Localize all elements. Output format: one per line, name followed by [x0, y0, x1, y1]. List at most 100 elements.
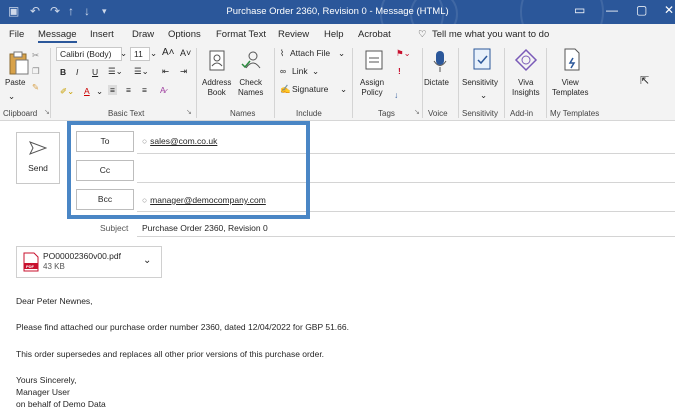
minimize-button[interactable]: — [606, 3, 618, 17]
chevron-down-icon[interactable]: ⌄ [150, 48, 157, 59]
tags-launcher-icon[interactable]: ↘ [414, 108, 420, 116]
body-sender: Manager User [16, 387, 70, 397]
follow-up-flag-icon[interactable]: ⚑⌄ [396, 48, 411, 59]
align-left-icon[interactable]: ≡ [108, 85, 117, 95]
lightbulb-icon: ♡ [418, 29, 427, 40]
chevron-down-icon[interactable]: ⌄ [96, 86, 103, 97]
low-importance-icon[interactable]: ↓ [394, 90, 398, 100]
font-size-select[interactable]: 11 [130, 47, 150, 61]
chevron-down-icon[interactable]: ⌄ [340, 84, 347, 95]
address-book-icon[interactable] [208, 50, 226, 72]
view-templates-button[interactable]: View Templates [552, 78, 588, 98]
maximize-button[interactable]: ▢ [636, 3, 647, 17]
view-templates-label: Templates [552, 88, 589, 97]
body-line-1: Please find attached our purchase order … [16, 322, 349, 332]
microphone-icon[interactable] [432, 50, 448, 74]
separator [274, 48, 275, 118]
ribbon-tabs: File Message Insert Draw Options Format … [0, 24, 675, 44]
high-importance-icon[interactable]: ! [398, 66, 401, 76]
check-names-icon[interactable] [240, 50, 262, 72]
subject-field[interactable]: Purchase Order 2360, Revision 0 [142, 223, 268, 233]
numbering-icon[interactable]: ☰⌄ [134, 66, 149, 77]
chevron-down-icon[interactable]: ⌄ [338, 48, 345, 59]
assign-policy-label: Assign [360, 78, 385, 87]
paste-icon[interactable] [8, 50, 30, 76]
chevron-down-icon[interactable]: ⌄ [480, 90, 487, 101]
close-button[interactable]: ✕ [664, 3, 674, 17]
ribbon-display-icon[interactable]: ▭ [574, 3, 585, 17]
shrink-font-icon[interactable]: A˅ [180, 48, 191, 58]
send-button[interactable]: Send [16, 132, 60, 184]
body-line-2: This order supersedes and replaces all o… [16, 349, 325, 359]
body-on-behalf: on behalf of Demo Data [16, 399, 106, 409]
separator [196, 48, 197, 118]
separator [458, 48, 459, 118]
bullets-icon[interactable]: ☰⌄ [108, 66, 123, 77]
group-label-sensitivity: Sensitivity [462, 109, 499, 118]
group-label-add-in: Add-in [510, 109, 534, 118]
subject-field-underline [137, 236, 675, 237]
format-painter-icon[interactable]: ✎ [32, 82, 39, 93]
link-button[interactable]: Link [292, 66, 308, 76]
copy-icon[interactable]: ❐ [32, 66, 40, 77]
tab-insert[interactable]: Insert [90, 29, 114, 40]
tab-help[interactable]: Help [324, 29, 344, 40]
send-label: Send [28, 163, 48, 173]
link-icon: ∞ [280, 66, 287, 76]
paperclip-icon: ⌇ [280, 48, 285, 58]
underline-icon[interactable]: U [92, 67, 98, 77]
body-closing: Yours Sincerely, [16, 375, 77, 385]
assign-policy-icon[interactable] [364, 50, 384, 72]
grow-font-icon[interactable]: A˄ [162, 47, 175, 58]
group-label-names: Names [230, 109, 256, 118]
clear-formatting-icon[interactable]: A̷ [160, 85, 166, 95]
group-label-my-templates: My Templates [550, 109, 600, 118]
tab-file[interactable]: File [9, 29, 24, 40]
attachment-menu-chevron-icon[interactable]: ⌄ [143, 255, 151, 266]
viva-insights-label: Insights [512, 88, 540, 97]
chevron-down-icon[interactable]: ⌄ [312, 66, 319, 77]
align-right-icon[interactable]: ≡ [142, 85, 147, 95]
pdf-icon [23, 252, 39, 272]
font-color-icon[interactable]: A [84, 86, 90, 96]
send-icon [29, 141, 47, 155]
increase-indent-icon[interactable]: ⇥ [180, 66, 187, 77]
attach-file-button[interactable]: Attach File [290, 48, 330, 58]
font-name-select[interactable]: Calibri (Body) [56, 47, 122, 61]
body-greeting: Dear Peter Newnes, [16, 296, 93, 306]
tell-me-search[interactable]: Tell me what you want to do [432, 29, 549, 40]
tab-options[interactable]: Options [168, 29, 201, 40]
italic-icon[interactable]: I [76, 67, 78, 77]
signature-button[interactable]: Signature [292, 84, 328, 94]
clipboard-launcher-icon[interactable]: ↘ [44, 108, 50, 116]
sensitivity-icon[interactable] [472, 48, 492, 72]
address-book-button[interactable]: Address Book [202, 78, 231, 98]
paste-button[interactable]: Paste [5, 78, 25, 88]
tab-format-text[interactable]: Format Text [216, 29, 266, 40]
tab-draw[interactable]: Draw [132, 29, 154, 40]
paste-dropdown-icon[interactable]: ⌄ [8, 91, 15, 102]
group-label-include: Include [296, 109, 322, 118]
tab-review[interactable]: Review [278, 29, 309, 40]
tab-acrobat[interactable]: Acrobat [358, 29, 391, 40]
attachment-card[interactable]: PDF PO00002360v00.pdf 43 KB ⌄ [16, 246, 162, 278]
align-center-icon[interactable]: ≡ [126, 85, 131, 95]
address-book-label: Book [207, 88, 226, 97]
view-templates-icon[interactable] [562, 48, 582, 72]
viva-insights-icon[interactable] [514, 48, 538, 72]
check-names-button[interactable]: Check Names [238, 78, 263, 98]
cut-icon[interactable]: ✂ [32, 50, 39, 61]
check-names-label: Check [239, 78, 263, 87]
decrease-indent-icon[interactable]: ⇤ [162, 66, 169, 77]
viva-insights-button[interactable]: Viva Insights [512, 78, 540, 98]
viva-insights-label: Viva [518, 78, 534, 87]
basic-text-launcher-icon[interactable]: ↘ [186, 108, 192, 116]
chevron-down-icon[interactable]: ⌄ [120, 48, 127, 59]
sensitivity-button[interactable]: Sensitivity [462, 78, 498, 88]
tab-message[interactable]: Message [38, 29, 77, 43]
dictate-button[interactable]: Dictate [424, 78, 449, 88]
bold-icon[interactable]: B [60, 67, 66, 77]
separator [422, 48, 423, 118]
highlight-icon[interactable]: ✐⌄ [60, 86, 74, 97]
assign-policy-button[interactable]: Assign Policy [360, 78, 384, 98]
